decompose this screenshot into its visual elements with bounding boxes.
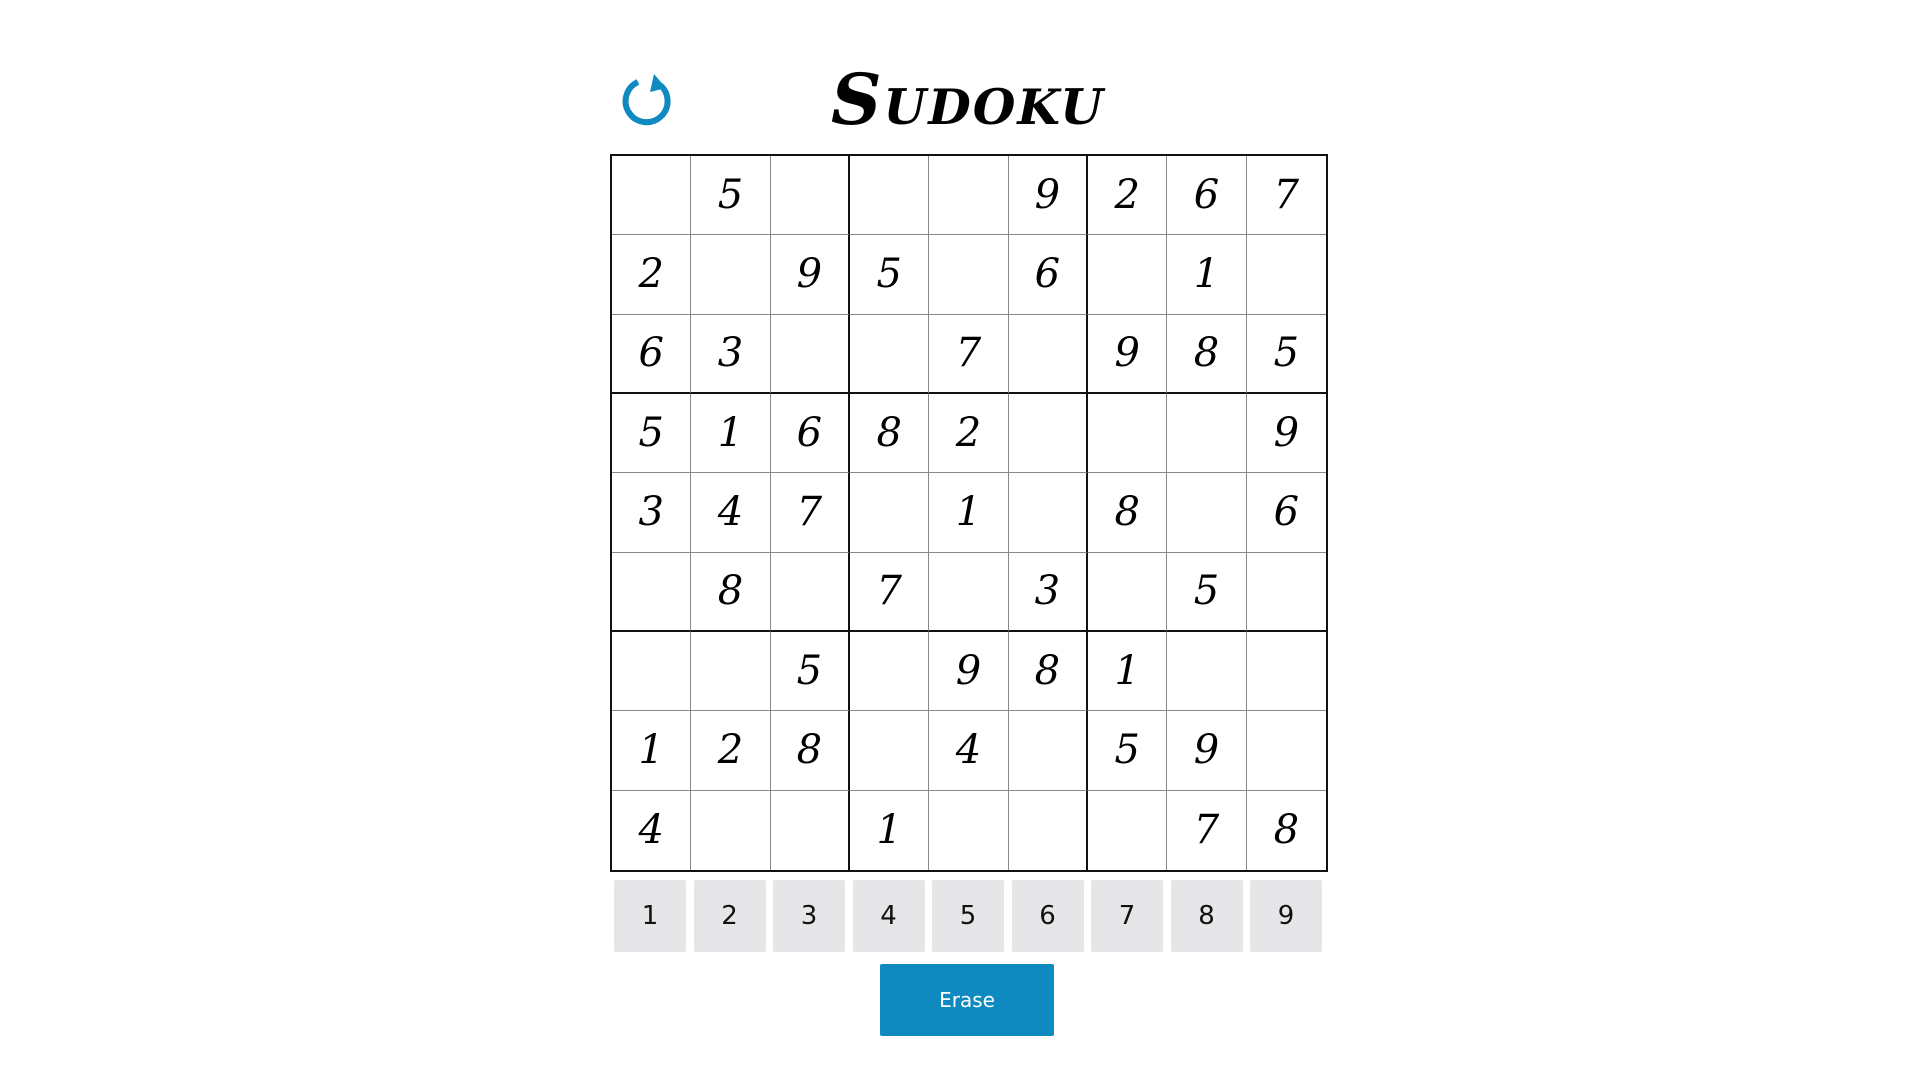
sudoku-cell[interactable]: 7 xyxy=(770,473,850,553)
sudoku-cell[interactable]: 3 xyxy=(612,473,692,553)
sudoku-cell[interactable] xyxy=(612,552,692,632)
sudoku-cell[interactable]: 2 xyxy=(612,235,692,315)
sudoku-cell[interactable] xyxy=(1008,394,1088,474)
sudoku-cell[interactable]: 1 xyxy=(1088,632,1168,712)
sudoku-cell[interactable]: 3 xyxy=(1008,552,1088,632)
sudoku-cell[interactable]: 7 xyxy=(929,314,1009,394)
number-button-7[interactable]: 7 xyxy=(1091,880,1163,952)
sudoku-cell[interactable] xyxy=(770,156,850,236)
page-title: Sudoku xyxy=(830,58,1106,141)
sudoku-cell[interactable]: 6 xyxy=(612,314,692,394)
sudoku-cell[interactable] xyxy=(1246,632,1326,712)
sudoku-cell[interactable] xyxy=(850,314,930,394)
sudoku-cell[interactable] xyxy=(1088,790,1168,870)
sudoku-cell[interactable]: 8 xyxy=(691,552,771,632)
sudoku-cell[interactable] xyxy=(1088,394,1168,474)
sudoku-cell[interactable] xyxy=(1008,473,1088,553)
sudoku-cell[interactable]: 6 xyxy=(770,394,850,474)
sudoku-cell[interactable]: 4 xyxy=(929,711,1009,791)
sudoku-board: 5926729561637985516829347186873559811284… xyxy=(610,154,1328,872)
sudoku-app: Sudoku 592672956163798551682934718687355… xyxy=(0,0,1920,1080)
sudoku-cell[interactable]: 6 xyxy=(1008,235,1088,315)
sudoku-cell[interactable]: 2 xyxy=(691,711,771,791)
sudoku-cell[interactable]: 1 xyxy=(850,790,930,870)
number-button-1[interactable]: 1 xyxy=(614,880,686,952)
sudoku-cell[interactable]: 9 xyxy=(1167,711,1247,791)
number-button-4[interactable]: 4 xyxy=(852,880,925,952)
sudoku-cell[interactable]: 5 xyxy=(1167,552,1247,632)
sudoku-cell[interactable]: 1 xyxy=(691,394,771,474)
sudoku-cell[interactable] xyxy=(850,156,930,236)
sudoku-cell[interactable]: 4 xyxy=(612,790,692,870)
sudoku-cell[interactable]: 3 xyxy=(691,314,771,394)
sudoku-cell[interactable] xyxy=(770,552,850,632)
sudoku-cell[interactable]: 8 xyxy=(770,711,850,791)
sudoku-cell[interactable]: 8 xyxy=(1088,473,1168,553)
sudoku-cell[interactable] xyxy=(691,790,771,870)
sudoku-cell[interactable] xyxy=(1246,711,1326,791)
sudoku-cell[interactable]: 5 xyxy=(1246,315,1326,394)
number-button-8[interactable]: 8 xyxy=(1170,880,1243,952)
sudoku-cell[interactable]: 5 xyxy=(850,235,930,315)
sudoku-cell[interactable] xyxy=(929,235,1009,315)
number-button-9[interactable]: 9 xyxy=(1250,880,1322,952)
number-button-6[interactable]: 6 xyxy=(1011,880,1084,952)
sudoku-cell[interactable]: 2 xyxy=(1088,156,1168,236)
sudoku-cell[interactable] xyxy=(1167,394,1247,474)
sudoku-cell[interactable] xyxy=(929,156,1009,236)
sudoku-cell[interactable] xyxy=(612,632,692,712)
header: Sudoku xyxy=(610,50,1326,150)
sudoku-cell[interactable] xyxy=(1167,473,1247,553)
sudoku-cell[interactable] xyxy=(1088,235,1168,315)
sudoku-cell[interactable] xyxy=(612,156,692,236)
number-button-5[interactable]: 5 xyxy=(932,880,1004,952)
sudoku-cell[interactable] xyxy=(1008,711,1088,791)
sudoku-cell[interactable]: 8 xyxy=(850,394,930,474)
sudoku-cell[interactable]: 2 xyxy=(929,394,1009,474)
sudoku-cell[interactable]: 8 xyxy=(1167,314,1247,394)
sudoku-cell[interactable]: 5 xyxy=(1088,711,1168,791)
sudoku-cell[interactable] xyxy=(1008,314,1088,394)
sudoku-cell[interactable]: 4 xyxy=(691,473,771,553)
sudoku-cell[interactable]: 7 xyxy=(1246,156,1326,236)
erase-button[interactable]: Erase xyxy=(880,964,1054,1036)
sudoku-cell[interactable]: 9 xyxy=(770,235,850,315)
sudoku-cell[interactable]: 6 xyxy=(1246,473,1326,553)
sudoku-cell[interactable] xyxy=(850,711,930,791)
sudoku-cell[interactable] xyxy=(850,473,930,553)
sudoku-cell[interactable] xyxy=(929,552,1009,632)
sudoku-cell[interactable]: 1 xyxy=(612,711,692,791)
sudoku-cell[interactable]: 7 xyxy=(1167,790,1247,870)
sudoku-cell[interactable]: 6 xyxy=(1167,156,1247,236)
sudoku-cell[interactable]: 7 xyxy=(850,552,930,632)
sudoku-cell[interactable] xyxy=(1246,235,1326,315)
sudoku-cell[interactable]: 9 xyxy=(1246,394,1326,474)
sudoku-cell[interactable]: 8 xyxy=(1008,632,1088,712)
sudoku-cell[interactable]: 1 xyxy=(929,473,1009,553)
sudoku-cell[interactable] xyxy=(1088,552,1168,632)
sudoku-cell[interactable]: 5 xyxy=(691,156,771,236)
sudoku-cell[interactable] xyxy=(1246,553,1326,632)
sudoku-cell[interactable] xyxy=(929,790,1009,870)
sudoku-cell[interactable] xyxy=(770,314,850,394)
sudoku-cell[interactable]: 9 xyxy=(929,632,1009,712)
sudoku-cell[interactable]: 9 xyxy=(1088,314,1168,394)
sudoku-cell[interactable] xyxy=(771,790,850,870)
sudoku-cell[interactable] xyxy=(691,235,771,315)
sudoku-cell[interactable]: 9 xyxy=(1008,156,1088,236)
sudoku-cell[interactable]: 8 xyxy=(1247,791,1326,870)
sudoku-cell[interactable] xyxy=(1009,790,1088,870)
sudoku-cell[interactable]: 5 xyxy=(612,394,692,474)
number-button-3[interactable]: 3 xyxy=(773,880,845,952)
sudoku-cell[interactable] xyxy=(1167,632,1247,712)
sudoku-cell[interactable]: 1 xyxy=(1167,235,1247,315)
number-button-2[interactable]: 2 xyxy=(693,880,766,952)
sudoku-cell[interactable] xyxy=(850,632,930,712)
sudoku-cell[interactable] xyxy=(691,632,771,712)
number-pad: 123456789 xyxy=(614,880,1322,952)
sudoku-cell[interactable]: 5 xyxy=(770,632,850,712)
